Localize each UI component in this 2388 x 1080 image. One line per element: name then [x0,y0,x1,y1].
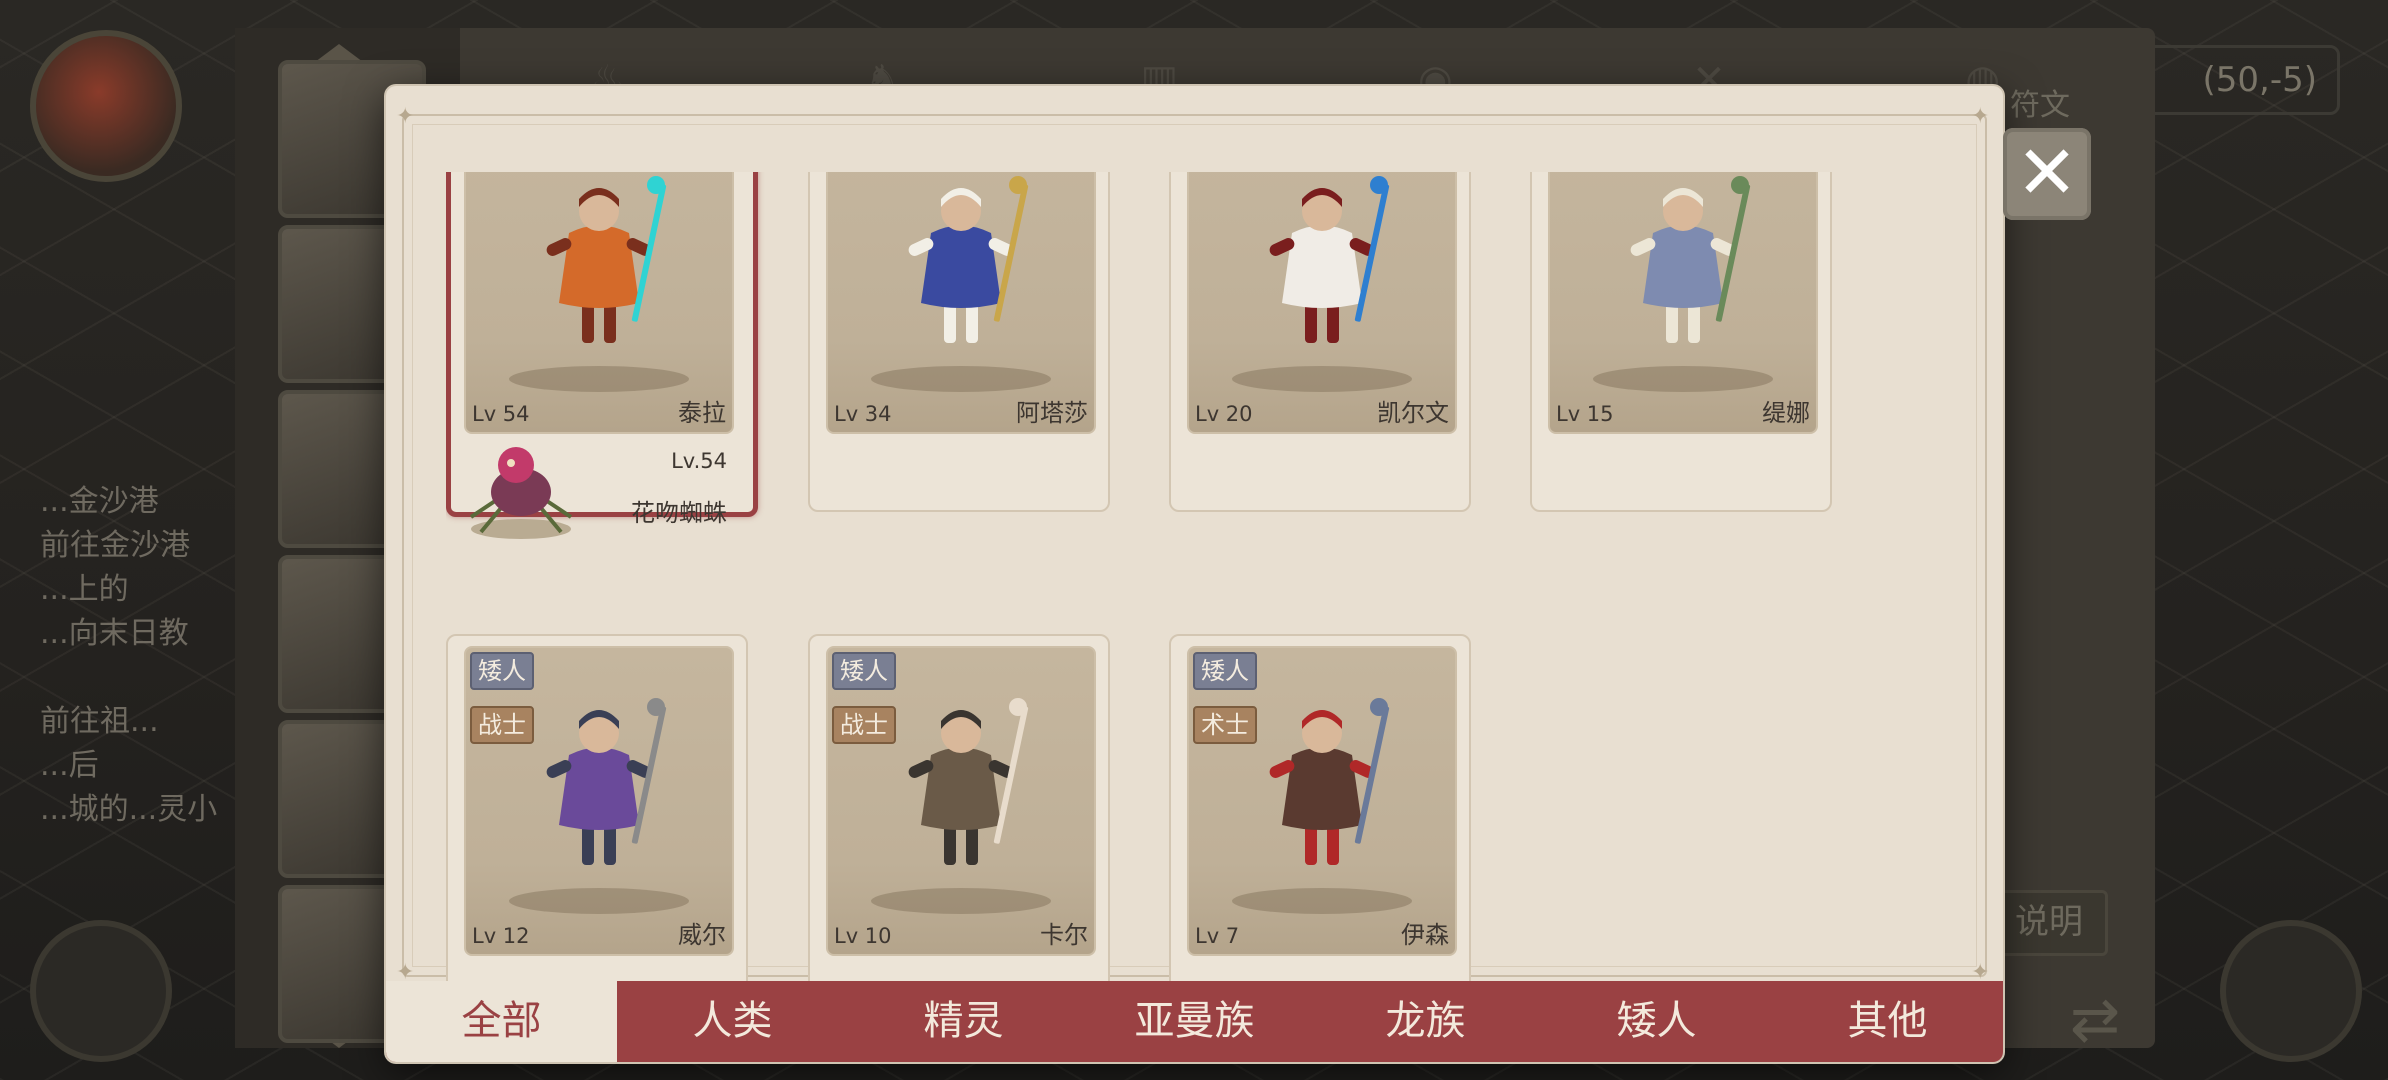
corner-ornament: ✦ [1971,104,1990,129]
hero-name: 缇娜 [1762,399,1810,427]
tab-human[interactable]: 人类 [617,981,848,1062]
hero-weapon-gem [647,176,665,194]
hero-portrait: 矮人 术士 Lv 7 伊森 [1187,646,1457,956]
hero-level: Lv 7 [1195,924,1240,948]
quest-line: ...后 [40,748,99,783]
tab-dragon[interactable]: 龙族 [1310,981,1541,1062]
race-tag: 矮人 [470,652,534,690]
hero-level: Lv 15 [1556,402,1614,426]
hero-card[interactable]: Lv 15 缇娜 [1530,172,1832,512]
quest-line: ...上的 [40,572,129,607]
hero-name: 泰拉 [678,399,726,427]
hero-level: Lv 12 [472,924,530,948]
hero-portrait: Lv 54 泰拉 [464,172,734,434]
close-icon: ✕ [2015,130,2078,216]
hero-level: Lv 10 [834,924,892,948]
hero-figure-icon [1269,176,1390,343]
joystick-button [30,920,172,1062]
hero-body [1282,225,1362,308]
quest-line: 前往金沙港 [40,528,190,563]
hero-portrait: 矮人 战士 Lv 12 威尔 [464,646,734,956]
hero-figure-icon [1630,176,1751,343]
hero-body [921,225,1001,308]
hero-weapon-gem [1731,176,1749,194]
hero-body [559,747,639,830]
hero-weapon [631,706,667,844]
hero-weapon-gem [1009,698,1027,716]
hero-card[interactable]: 矮人 战士 Lv 12 威尔 [446,634,748,990]
hero-level: Lv 34 [834,402,892,426]
tab-elf[interactable]: 精灵 [848,981,1079,1062]
hero-card[interactable]: 矮人 术士 Lv 7 伊森 [1169,634,1471,990]
race-tag: 矮人 [1193,652,1257,690]
quest-line: ...向末日教 [40,616,189,651]
quest-line: 前往祖... [40,704,159,739]
hero-grid[interactable]: Lv 54 泰拉 Lv.54 花吻蜘蛛 Lv 34 阿塔莎 Lv 20 凯尔文 … [446,172,1956,990]
hero-figure-icon [908,698,1029,865]
class-tag: 术士 [1193,706,1257,744]
tab-aman[interactable]: 亚曼族 [1079,981,1310,1062]
hero-level: Lv 20 [1195,402,1253,426]
hero-name: 凯尔文 [1377,399,1449,427]
tab-other[interactable]: 其他 [1772,981,2003,1062]
hero-name: 伊森 [1401,921,1449,949]
hero-card[interactable]: Lv 20 凯尔文 [1169,172,1471,512]
hero-portrait: Lv 34 阿塔莎 [826,172,1096,434]
hero-card[interactable]: 矮人 战士 Lv 10 卡尔 [808,634,1110,990]
pet-spider-icon [469,447,573,539]
hero-select-modal: ✦ ✦ ✦ ✦ Lv 54 泰拉 Lv.54 花吻蜘蛛 Lv 34 阿塔莎 Lv… [386,86,2003,1062]
tab-dwarf[interactable]: 矮人 [1541,981,1772,1062]
tab-all[interactable]: 全部 [386,981,617,1062]
hero-body [1643,225,1723,308]
hero-weapon [993,184,1029,322]
hero-body [1282,747,1362,830]
hero-level: Lv 54 [472,402,530,426]
hero-body [559,225,639,308]
pet-level: Lv.54 [671,449,727,473]
quest-line: ...城的...灵小 [40,792,218,827]
hero-card[interactable]: Lv 34 阿塔莎 [808,172,1110,512]
hero-figure-icon [546,698,667,865]
hero-weapon-gem [1370,176,1388,194]
hero-figure-icon [1269,698,1390,865]
race-tag: 矮人 [832,652,896,690]
corner-ornament: ✦ [396,104,415,129]
hero-body [921,747,1001,830]
action-button [2220,920,2362,1062]
hero-name: 卡尔 [1040,921,1088,949]
quest-tracker: ...金沙港 前往金沙港 ...上的 ...向末日教 前往祖... ...后 .… [40,480,240,832]
class-tag: 战士 [832,706,896,744]
player-avatar [30,30,182,182]
hero-weapon-gem [1009,176,1027,194]
hero-weapon [993,706,1029,844]
hero-portrait: 矮人 战士 Lv 10 卡尔 [826,646,1096,956]
quest-line: ...金沙港 [40,484,159,519]
hero-weapon [1715,184,1751,322]
close-button[interactable]: ✕ [2003,128,2091,220]
swap-icon: ⇄ [2069,985,2121,1055]
help-button: 说明 [1990,890,2108,956]
class-tag: 战士 [470,706,534,744]
hero-weapon-gem [1370,698,1388,716]
hero-weapon [631,184,667,322]
pet-name: 花吻蜘蛛 [631,499,727,527]
race-filter-tabs: 全部 人类 精灵 亚曼族 龙族 矮人 其他 [386,981,2003,1062]
hero-name: 威尔 [678,921,726,949]
hero-portrait: Lv 15 缇娜 [1548,172,1818,434]
hero-figure-icon [908,176,1029,343]
hero-portrait: Lv 20 凯尔文 [1187,172,1457,434]
hero-card-selected[interactable]: Lv 54 泰拉 Lv.54 花吻蜘蛛 [446,172,758,539]
hero-weapon [1354,184,1390,322]
hero-figure-icon [546,176,667,343]
hero-name: 阿塔莎 [1016,399,1088,427]
rune-tab-label: 符文 [2010,88,2070,123]
hero-weapon-gem [647,698,665,716]
hero-weapon [1354,706,1390,844]
